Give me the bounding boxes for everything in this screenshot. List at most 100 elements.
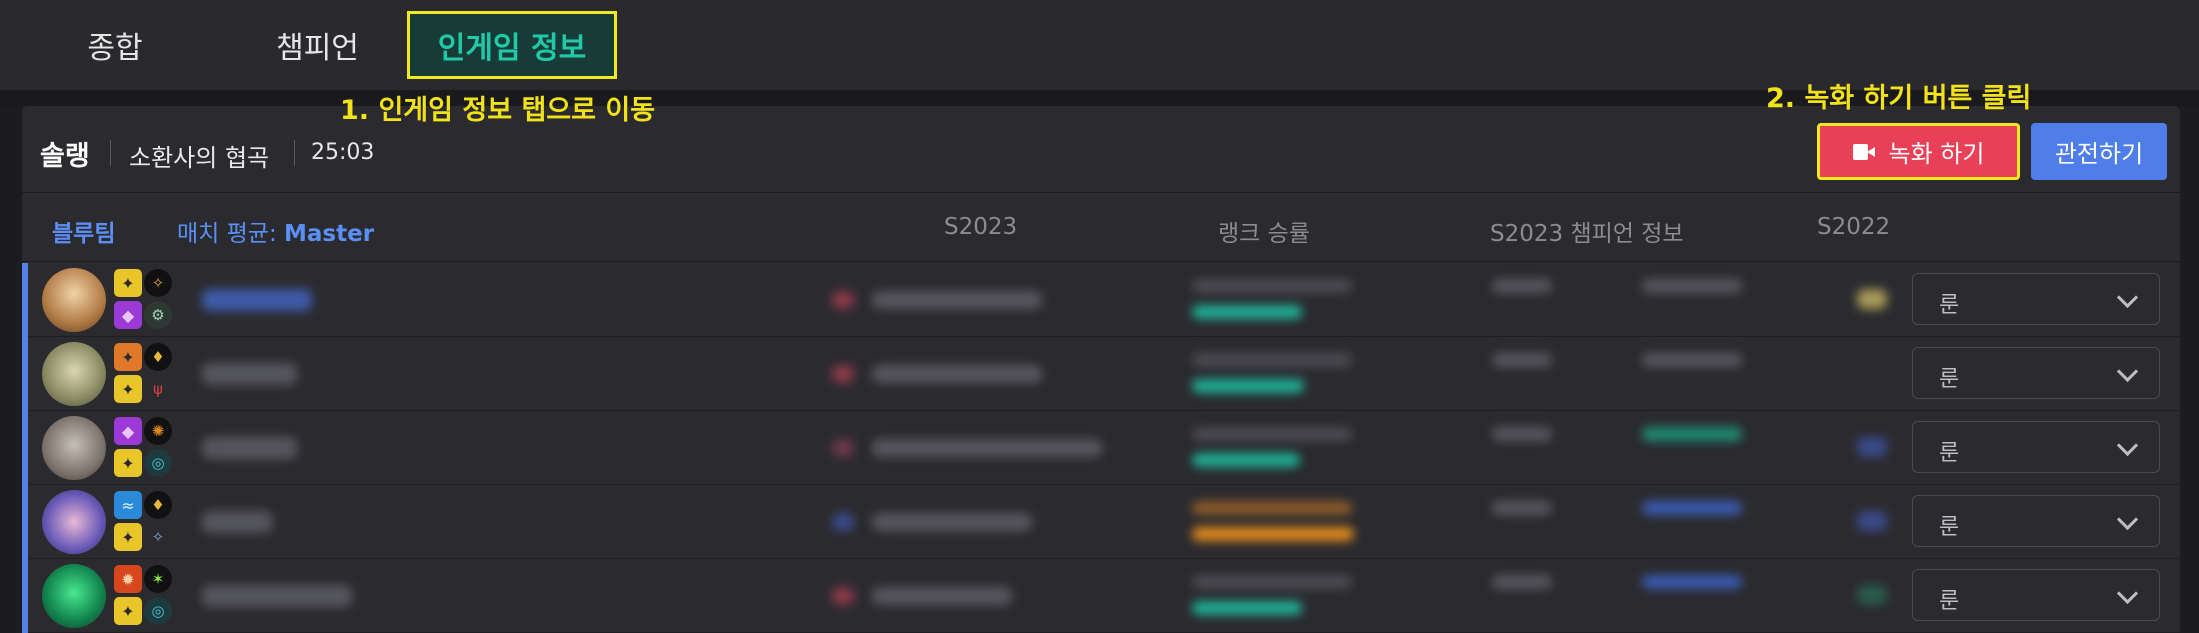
spectate-button-label: 관전하기 xyxy=(2054,140,2144,168)
wins-losses xyxy=(1192,501,1352,515)
header-divider xyxy=(22,261,2180,262)
column-header-champion-info: S2023 챔피언 정보 xyxy=(1490,221,1684,247)
column-header-rank-winrate: 랭크 승률 xyxy=(1218,221,1310,247)
ingame-panel: 솔랭 소환사의 협곡 25:03 녹화 하기 관전하기 블루팀 매치 평균: M… xyxy=(22,106,2180,633)
ignite-icon: ✹ xyxy=(114,565,142,593)
champion-kda xyxy=(1492,427,1552,441)
rune-secondary-icon: ψ xyxy=(144,375,172,403)
rune-select[interactable]: 룬 xyxy=(1912,273,2160,325)
team-color-bar xyxy=(22,337,28,411)
rune-secondary-icon: ✧ xyxy=(144,523,172,551)
team-color-bar xyxy=(22,263,28,337)
summoner-name[interactable] xyxy=(202,511,272,533)
champion-portrait-icon xyxy=(42,564,106,628)
tier-icon xyxy=(832,291,854,309)
separator xyxy=(294,140,295,166)
ignite-icon: ✧ xyxy=(144,269,172,297)
player-row[interactable]: ✦ ✧ ◆ ⚙ 룬 xyxy=(22,263,2180,337)
s2022-tier-icon xyxy=(1857,289,1887,309)
team-color-bar xyxy=(22,485,28,559)
champion-winrate xyxy=(1642,501,1742,515)
spectate-button[interactable]: 관전하기 xyxy=(2031,123,2167,180)
summoner-name[interactable] xyxy=(202,585,352,607)
team-color-bar xyxy=(22,411,28,485)
flash-icon: ✦ xyxy=(114,269,142,297)
chevron-down-icon xyxy=(2116,582,2139,605)
record-button[interactable]: 녹화 하기 xyxy=(1817,123,2020,180)
chevron-down-icon xyxy=(2116,434,2139,457)
champion-portrait-icon xyxy=(42,416,106,480)
tier-text xyxy=(872,587,1012,605)
game-time: 25:03 xyxy=(311,140,375,165)
ignite-icon: ✦ xyxy=(114,343,142,371)
tier-icon xyxy=(832,513,854,531)
player-row[interactable]: ✹ ✶ ✦ ◎ 룬 xyxy=(22,559,2180,633)
team-color-bar xyxy=(22,559,28,633)
champion-portrait-icon xyxy=(42,342,106,406)
team-label: 블루팀 xyxy=(52,221,116,247)
winrate-bar xyxy=(1192,305,1302,319)
winrate-bar xyxy=(1192,527,1354,541)
tier-text xyxy=(872,365,1042,383)
rune-primary-icon: ♦ xyxy=(144,343,172,371)
s2022-tier-icon xyxy=(1857,585,1887,605)
summoner-name[interactable] xyxy=(202,363,297,385)
player-row[interactable]: ≈ ♦ ✦ ✧ 룬 xyxy=(22,485,2180,559)
annotation-step-2: 2. 녹화 하기 버튼 클릭 xyxy=(1766,83,2032,114)
separator xyxy=(110,140,111,166)
tier-icon xyxy=(832,365,854,383)
s2022-tier-icon xyxy=(1857,511,1887,531)
tier-icon xyxy=(832,439,854,457)
wins-losses xyxy=(1192,279,1352,293)
tier-text xyxy=(872,513,1032,531)
smite-icon: ✶ xyxy=(144,565,172,593)
annotation-step-1: 1. 인게임 정보 탭으로 이동 xyxy=(340,95,656,126)
flash-icon: ✦ xyxy=(114,597,142,625)
champion-kda xyxy=(1492,353,1552,367)
player-row[interactable]: ✦ ♦ ✦ ψ 룬 xyxy=(22,337,2180,411)
tab-champion[interactable]: 챔피언 xyxy=(255,0,380,90)
rune-select[interactable]: 룬 xyxy=(1912,569,2160,621)
champion-winrate xyxy=(1642,353,1742,367)
winrate-bar xyxy=(1192,453,1300,467)
rune-secondary-icon: ◎ xyxy=(144,597,172,625)
wins-losses xyxy=(1192,353,1352,367)
column-header-s2022: S2022 xyxy=(1817,214,1891,240)
champion-winrate xyxy=(1642,279,1742,293)
rune-primary-icon: ✺ xyxy=(144,417,172,445)
flash-icon: ✦ xyxy=(114,449,142,477)
rune-primary-icon: ♦ xyxy=(144,491,172,519)
record-button-label: 녹화 하기 xyxy=(1888,140,1985,168)
tab-overview[interactable]: 종합 xyxy=(60,0,170,90)
winrate-bar xyxy=(1192,601,1302,615)
chevron-down-icon xyxy=(2116,360,2139,383)
match-average: 매치 평균: Master xyxy=(177,221,375,247)
wins-losses xyxy=(1192,575,1352,589)
map-name: 소환사의 협곡 xyxy=(129,144,270,172)
champion-kda xyxy=(1492,501,1552,515)
summoner-name[interactable] xyxy=(202,289,312,311)
rune-select[interactable]: 룬 xyxy=(1912,421,2160,473)
rune-select[interactable]: 룬 xyxy=(1912,347,2160,399)
champion-winrate xyxy=(1642,427,1742,441)
heal-icon: ≈ xyxy=(114,491,142,519)
rune-select[interactable]: 룬 xyxy=(1912,495,2160,547)
champion-kda xyxy=(1492,575,1552,589)
video-camera-icon xyxy=(1852,143,1875,160)
winrate-bar xyxy=(1192,379,1304,393)
chevron-down-icon xyxy=(2116,286,2139,309)
summoner-name[interactable] xyxy=(202,437,297,459)
rune-primary-icon: ◆ xyxy=(114,301,142,329)
tab-ingame-info[interactable]: 인게임 정보 xyxy=(407,11,617,79)
player-row[interactable]: ◆ ✺ ✦ ◎ 룬 xyxy=(22,411,2180,485)
rune-secondary-icon: ◎ xyxy=(144,449,172,477)
column-header-s2023: S2023 xyxy=(944,214,1018,240)
champion-winrate xyxy=(1642,575,1742,589)
wins-losses xyxy=(1192,427,1352,441)
rune-secondary-icon: ⚙ xyxy=(144,301,172,329)
champion-kda xyxy=(1492,279,1552,293)
tier-text xyxy=(872,291,1042,309)
flash-icon: ✦ xyxy=(114,375,142,403)
s2022-tier-icon xyxy=(1857,437,1887,457)
chevron-down-icon xyxy=(2116,508,2139,531)
